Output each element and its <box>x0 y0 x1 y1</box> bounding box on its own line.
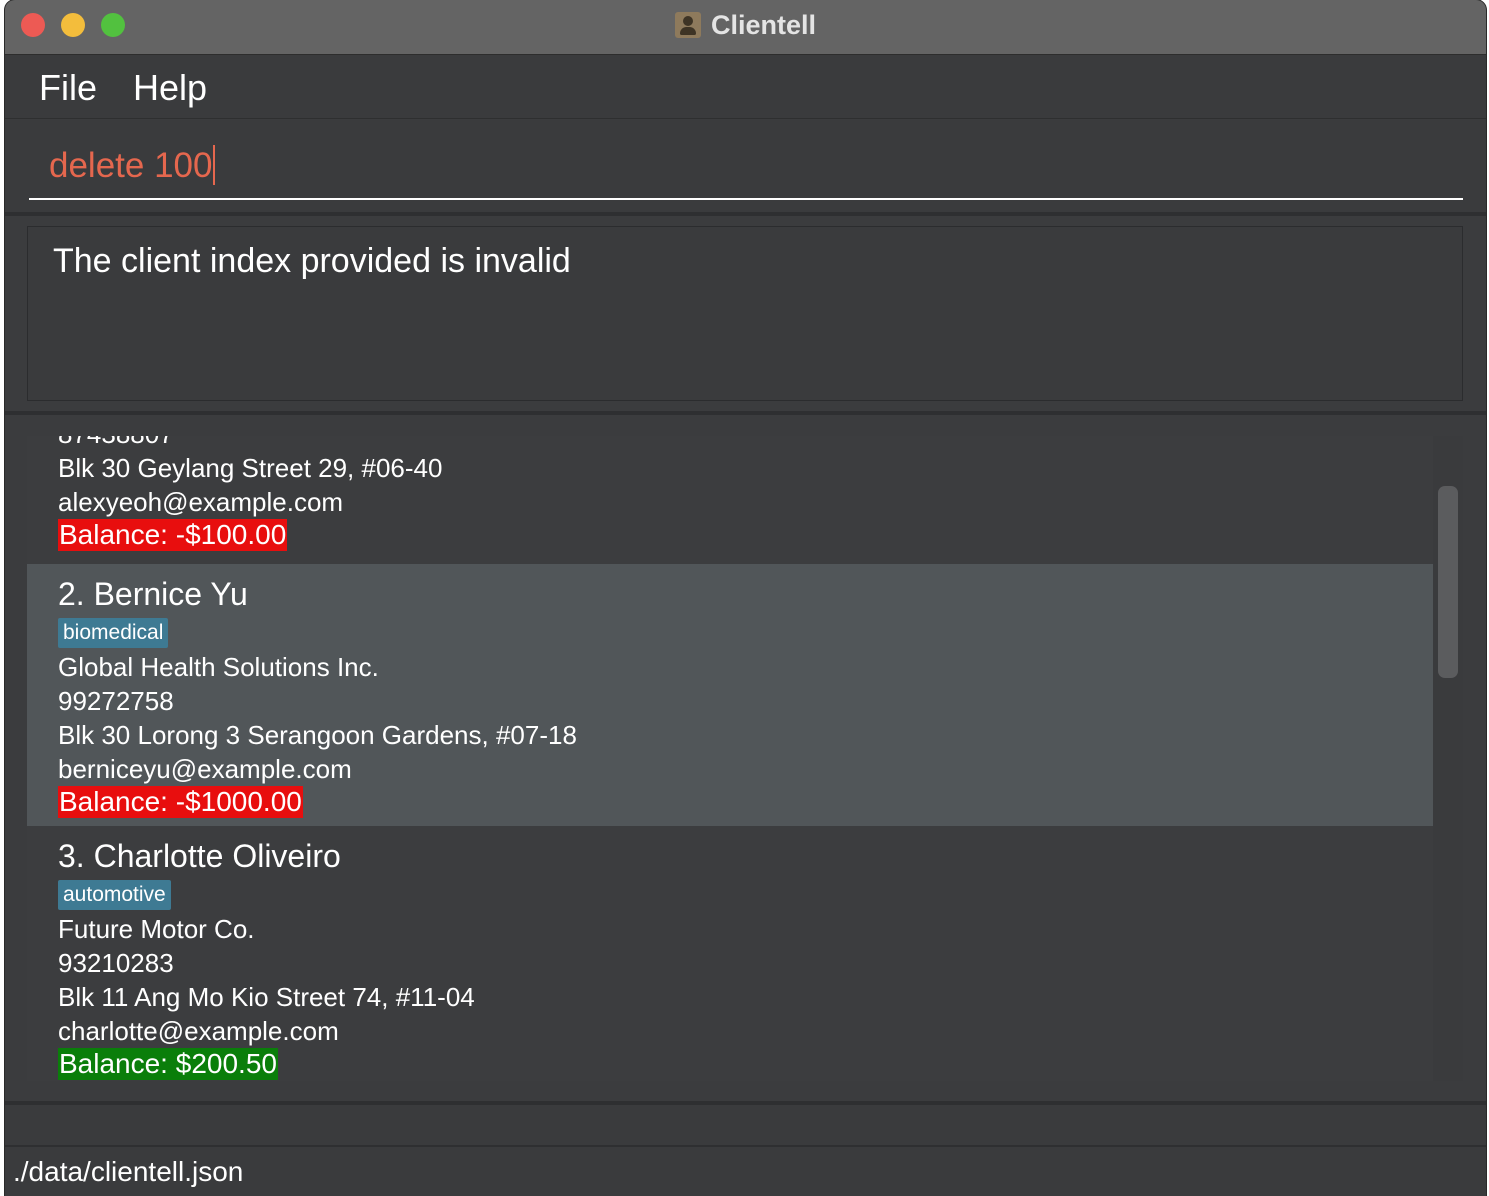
client-name: 2. Bernice Yu <box>58 576 248 612</box>
client-phone: 87438807 <box>58 436 1433 451</box>
client-card[interactable]: 3. Charlotte Oliveiro automotive Future … <box>27 826 1433 1081</box>
client-tag: automotive <box>58 880 171 910</box>
client-company: Global Health Solutions Inc. <box>58 652 379 682</box>
client-list[interactable]: 87438807 Blk 30 Geylang Street 29, #06-4… <box>27 436 1433 1081</box>
client-card[interactable]: 87438807 Blk 30 Geylang Street 29, #06-4… <box>27 436 1433 563</box>
menu-file[interactable]: File <box>39 68 97 108</box>
client-email: charlotte@example.com <box>58 1016 339 1046</box>
command-box: delete 100 <box>5 120 1486 212</box>
client-email: alexyeoh@example.com <box>58 487 344 517</box>
client-name: 3. Charlotte Oliveiro <box>58 838 341 874</box>
client-tag: biomedical <box>58 618 169 648</box>
menu-help[interactable]: Help <box>133 68 207 108</box>
client-balance: Balance: -$1000.00 <box>58 786 303 818</box>
text-caret <box>213 145 216 185</box>
client-balance-row: Balance: -$1000.00 <box>58 786 1433 822</box>
footer-spacer <box>5 1105 1486 1145</box>
menu-bar: File Help <box>5 55 1486 119</box>
client-tags: biomedical <box>58 618 1433 650</box>
window-title-group: Clientell <box>5 10 1486 40</box>
client-balance: Balance: $200.50 <box>58 1048 278 1080</box>
app-window: Clientell File Help delete 100 The clien… <box>5 0 1486 1196</box>
window-title: Clientell <box>710 10 817 40</box>
client-card-selected[interactable]: 2. Bernice Yu biomedical Global Health S… <box>27 564 1433 826</box>
result-message: The client index provided is invalid <box>53 242 571 280</box>
client-tags: automotive <box>58 880 1433 912</box>
client-balance: Balance: -$100.00 <box>58 519 288 551</box>
client-address: Blk 30 Lorong 3 Serangoon Gardens, #07-1… <box>58 720 577 750</box>
data-file-path: ./data/clientell.json <box>13 1156 244 1187</box>
client-address: Blk 11 Ang Mo Kio Street 74, #11-04 <box>58 982 475 1012</box>
result-display: The client index provided is invalid <box>27 226 1463 401</box>
client-company: Future Motor Co. <box>58 914 255 944</box>
scrollbar-thumb[interactable] <box>1438 486 1458 678</box>
command-input[interactable]: delete 100 <box>29 120 1463 200</box>
client-phone: 99272758 <box>58 686 174 716</box>
client-address: Blk 30 Geylang Street 29, #06-40 <box>58 453 443 483</box>
title-bar: Clientell <box>5 0 1486 55</box>
command-value: delete 100 <box>49 146 213 185</box>
client-balance-row: Balance: $200.50 <box>58 1048 1433 1081</box>
client-balance-row: Balance: -$100.00 <box>58 519 1433 555</box>
client-email: berniceyu@example.com <box>58 754 352 784</box>
contacts-icon <box>674 12 701 38</box>
divider <box>5 212 1486 216</box>
client-phone: 93210283 <box>58 948 174 978</box>
divider <box>5 411 1486 415</box>
status-bar: ./data/clientell.json <box>5 1147 1486 1196</box>
command-input-text: delete 100 <box>49 145 216 186</box>
